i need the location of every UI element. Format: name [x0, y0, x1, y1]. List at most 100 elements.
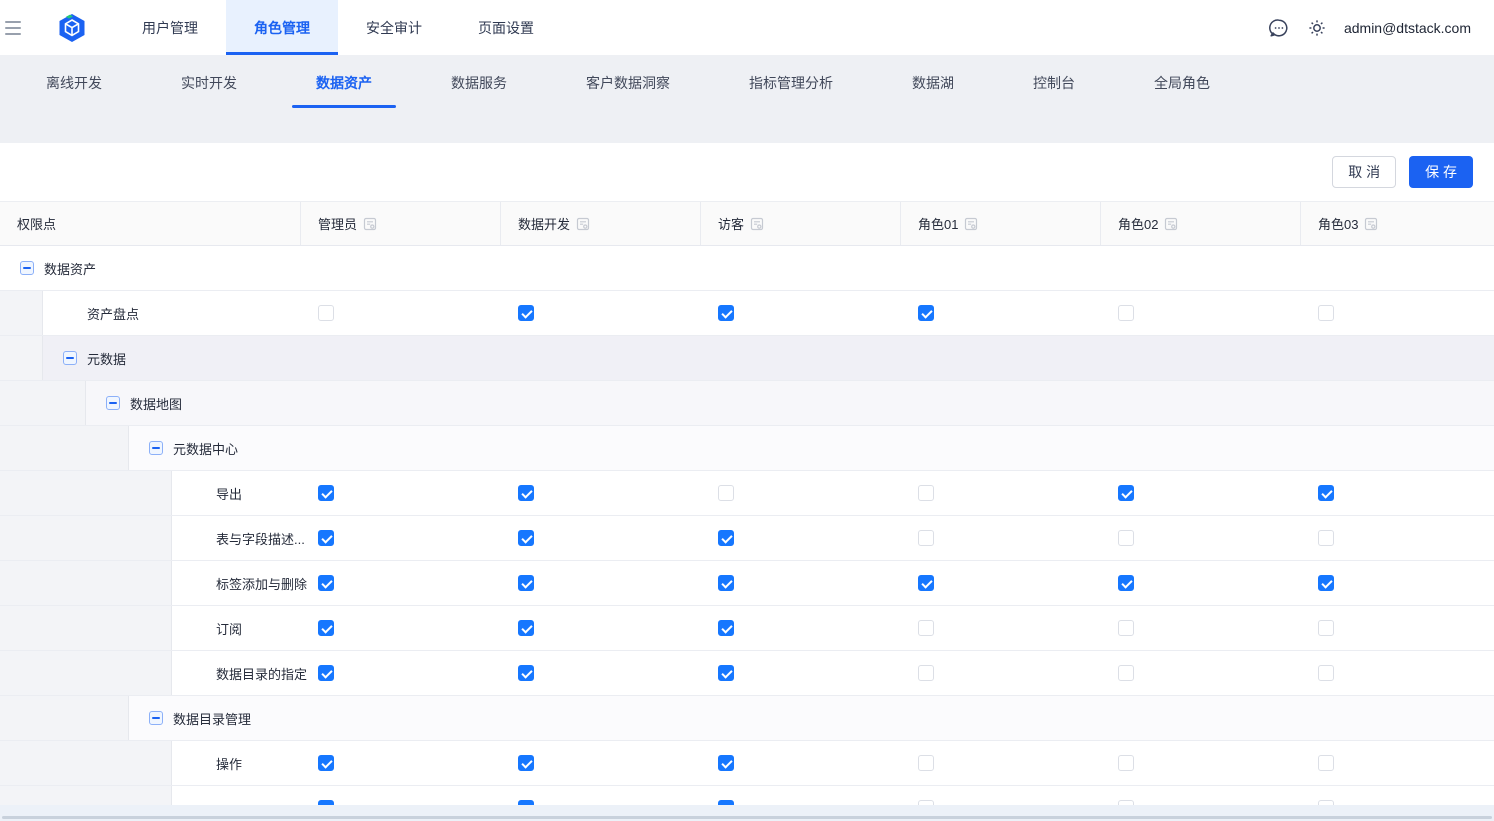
product-tab-6[interactable]: 数据湖	[888, 55, 978, 110]
logo-hexagon-icon	[57, 13, 87, 43]
top-tab-0[interactable]: 用户管理	[114, 0, 226, 55]
product-tab-0[interactable]: 离线开发	[22, 55, 126, 110]
role-permission-panel: 取 消 保 存 权限点管理员数据开发访客角色01角色02角色03 数据资产资产盘…	[0, 143, 1494, 821]
checkbox-checked[interactable]	[1318, 575, 1334, 591]
permission-label: 订阅	[216, 619, 242, 638]
checkbox-unchecked[interactable]	[1118, 620, 1134, 636]
checkbox-checked[interactable]	[518, 665, 534, 681]
gear-icon[interactable]	[1306, 17, 1328, 39]
checkbox-checked[interactable]	[318, 575, 334, 591]
bottom-band	[0, 805, 1494, 821]
checkbox-unchecked[interactable]	[318, 305, 334, 321]
permission-cell	[501, 471, 701, 515]
permission-cell	[301, 471, 501, 515]
permission-label: 操作	[216, 754, 242, 773]
edit-role-icon[interactable]	[576, 217, 590, 231]
horizontal-scrollbar[interactable]	[2, 816, 1492, 819]
permission-cell	[701, 741, 901, 785]
checkbox-checked[interactable]	[1318, 485, 1334, 501]
edit-role-icon[interactable]	[750, 217, 764, 231]
top-tab-1[interactable]: 角色管理	[226, 0, 338, 55]
tree-indent-gutter	[0, 336, 43, 380]
column-header-5: 角色02	[1101, 202, 1301, 245]
checkbox-checked[interactable]	[718, 755, 734, 771]
checkbox-unchecked[interactable]	[1118, 530, 1134, 546]
tree-indent-gutter	[0, 426, 129, 470]
edit-role-icon[interactable]	[964, 217, 978, 231]
checkbox-unchecked[interactable]	[918, 620, 934, 636]
checkbox-checked[interactable]	[518, 530, 534, 546]
checkbox-checked[interactable]	[318, 755, 334, 771]
permission-cell	[901, 651, 1101, 695]
message-bubble-icon[interactable]	[1268, 17, 1290, 39]
checkbox-unchecked[interactable]	[1118, 755, 1134, 771]
checkbox-checked[interactable]	[318, 665, 334, 681]
checkbox-checked[interactable]	[318, 530, 334, 546]
checkbox-checked[interactable]	[518, 485, 534, 501]
checkbox-unchecked[interactable]	[918, 755, 934, 771]
checkbox-unchecked[interactable]	[1318, 665, 1334, 681]
product-tab-4[interactable]: 客户数据洞察	[562, 55, 694, 110]
checkbox-checked[interactable]	[718, 665, 734, 681]
column-header-label: 数据开发	[518, 214, 570, 233]
save-button[interactable]: 保 存	[1409, 156, 1473, 188]
checkbox-checked[interactable]	[718, 620, 734, 636]
permission-row: 表与字段描述...	[0, 516, 1494, 561]
collapse-minus-icon[interactable]	[63, 351, 77, 365]
top-tab-2[interactable]: 安全审计	[338, 0, 450, 55]
checkbox-checked[interactable]	[718, 305, 734, 321]
checkbox-checked[interactable]	[1118, 575, 1134, 591]
dtstack-logo[interactable]	[57, 0, 87, 55]
collapse-minus-icon[interactable]	[149, 711, 163, 725]
cancel-button[interactable]: 取 消	[1332, 156, 1396, 188]
checkbox-unchecked[interactable]	[918, 530, 934, 546]
checkbox-checked[interactable]	[318, 620, 334, 636]
column-header-label: 访客	[718, 214, 744, 233]
checkbox-checked[interactable]	[318, 485, 334, 501]
product-tab-5[interactable]: 指标管理分析	[725, 55, 857, 110]
edit-role-icon[interactable]	[363, 217, 377, 231]
checkbox-unchecked[interactable]	[1118, 305, 1134, 321]
checkbox-unchecked[interactable]	[918, 665, 934, 681]
tree-indent-gutter	[0, 651, 172, 695]
checkbox-checked[interactable]	[718, 575, 734, 591]
checkbox-unchecked[interactable]	[918, 485, 934, 501]
checkbox-checked[interactable]	[518, 575, 534, 591]
checkbox-unchecked[interactable]	[1318, 305, 1334, 321]
checkbox-unchecked[interactable]	[1318, 755, 1334, 771]
checkbox-unchecked[interactable]	[1118, 665, 1134, 681]
checkbox-unchecked[interactable]	[718, 485, 734, 501]
product-tab-8[interactable]: 全局角色	[1130, 55, 1234, 110]
permission-cell	[501, 741, 701, 785]
checkbox-unchecked[interactable]	[1318, 530, 1334, 546]
collapse-minus-icon[interactable]	[106, 396, 120, 410]
tree-group-row: 数据资产	[0, 246, 1494, 291]
collapse-minus-icon[interactable]	[20, 261, 34, 275]
product-tab-2[interactable]: 数据资产	[292, 55, 396, 110]
checkbox-checked[interactable]	[518, 755, 534, 771]
checkbox-checked[interactable]	[918, 575, 934, 591]
checkbox-unchecked[interactable]	[1318, 620, 1334, 636]
checkbox-checked[interactable]	[518, 620, 534, 636]
top-right-actions: admin@dtstack.com	[1268, 0, 1494, 55]
collapse-minus-icon[interactable]	[149, 441, 163, 455]
hamburger-menu-icon[interactable]	[0, 0, 40, 55]
column-header-6: 角色03	[1301, 202, 1494, 245]
edit-role-icon[interactable]	[1364, 217, 1378, 231]
product-tab-1[interactable]: 实时开发	[157, 55, 261, 110]
top-tab-3[interactable]: 页面设置	[450, 0, 562, 55]
column-header-1: 管理员	[301, 202, 501, 245]
checkbox-checked[interactable]	[1118, 485, 1134, 501]
product-tab-7[interactable]: 控制台	[1009, 55, 1099, 110]
user-email[interactable]: admin@dtstack.com	[1344, 20, 1471, 36]
checkbox-checked[interactable]	[518, 305, 534, 321]
edit-role-icon[interactable]	[1164, 217, 1178, 231]
column-header-0: 权限点	[0, 202, 301, 245]
checkbox-checked[interactable]	[918, 305, 934, 321]
product-tab-3[interactable]: 数据服务	[427, 55, 531, 110]
tree-indent-gutter	[0, 471, 172, 515]
checkbox-checked[interactable]	[718, 530, 734, 546]
permission-cell	[1301, 606, 1494, 650]
permission-cell	[1101, 651, 1301, 695]
tree-indent-gutter	[0, 381, 86, 425]
